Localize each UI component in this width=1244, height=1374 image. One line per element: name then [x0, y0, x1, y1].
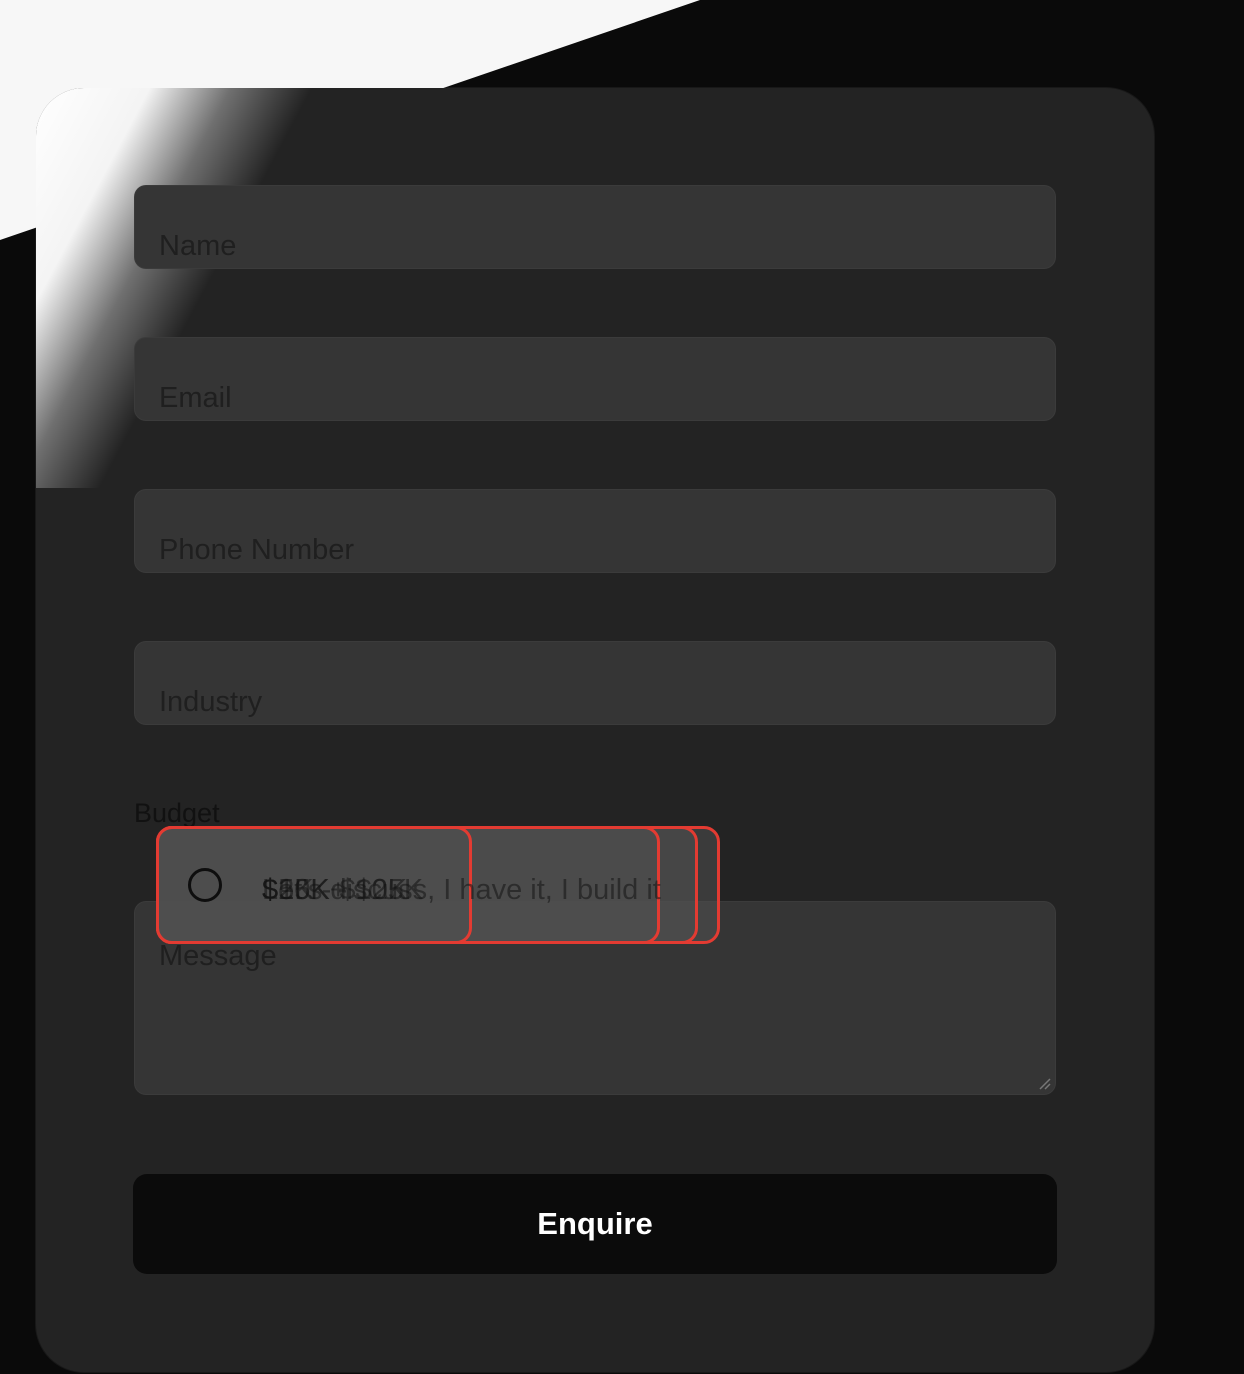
name-input[interactable] [135, 186, 1055, 268]
industry-field-wrapper [134, 641, 1056, 725]
budget-radio-button[interactable] [188, 868, 222, 902]
card-glare [36, 88, 636, 488]
email-input[interactable] [135, 338, 1055, 420]
page-background: Budget $5K - $10K $10K - $25K $25K+ Let'… [0, 0, 1244, 1374]
industry-input[interactable] [135, 642, 1055, 724]
email-field-wrapper [134, 337, 1056, 421]
enquire-button[interactable]: Enquire [133, 1174, 1057, 1274]
resize-handle-icon[interactable] [1037, 1076, 1051, 1090]
enquiry-form-card: Budget $5K - $10K $10K - $25K $25K+ Let'… [36, 88, 1154, 1372]
phone-input[interactable] [135, 490, 1055, 572]
budget-option-label-4: Let's discuss, I have it, I build it [262, 874, 661, 906]
name-field-wrapper [134, 185, 1056, 269]
phone-field-wrapper [134, 489, 1056, 573]
budget-label: Budget [134, 798, 220, 828]
